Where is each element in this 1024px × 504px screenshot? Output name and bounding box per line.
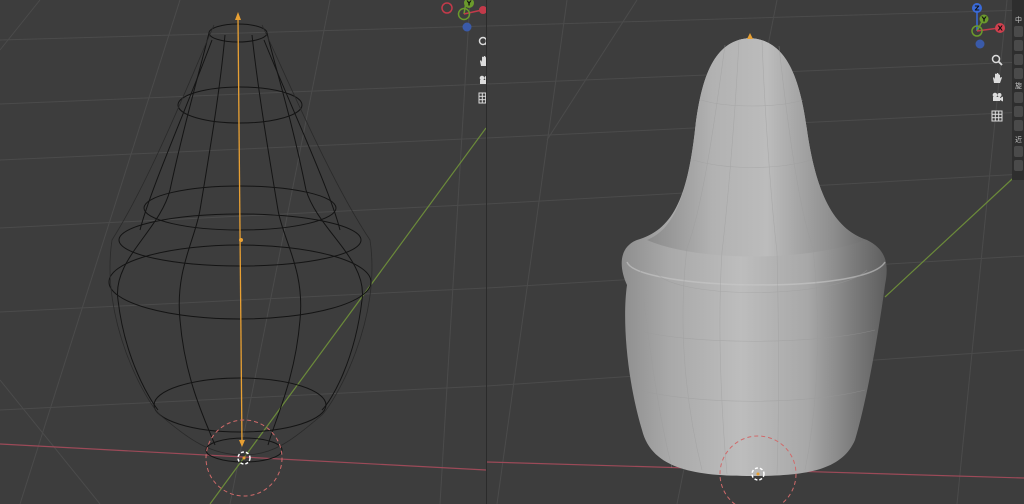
ortho-toggle-button[interactable] <box>476 90 486 106</box>
viewport-right-solid[interactable]: Z Y X <box>487 0 1024 504</box>
sidebar-field[interactable] <box>1014 106 1023 117</box>
zoom-button[interactable] <box>989 52 1005 68</box>
pan-hand-icon <box>993 73 1002 83</box>
pan-button[interactable] <box>476 53 486 69</box>
camera-button[interactable] <box>989 89 1005 105</box>
pan-hand-icon <box>480 56 486 66</box>
pan-button[interactable] <box>989 70 1005 86</box>
sidebar-field[interactable] <box>1014 54 1023 65</box>
y-axis-line <box>209 127 486 504</box>
solid-mesh <box>621 38 887 476</box>
camera-button[interactable] <box>476 72 486 88</box>
gizmo-x-label: X <box>998 25 1004 33</box>
camera-icon <box>992 92 1003 102</box>
sidebar-tab-2-label: 旋 <box>1015 82 1022 90</box>
sidebar-field[interactable] <box>1014 120 1023 131</box>
ortho-toggle-button[interactable] <box>989 108 1005 124</box>
viewport-left-wireframe[interactable]: Y <box>0 0 486 504</box>
zoom-icon <box>991 54 1003 66</box>
gizmo-z-label: Z <box>975 5 980 13</box>
gizmo-y-label: Y <box>981 16 988 24</box>
navigation-gizmo-right[interactable]: Z Y X <box>963 0 1009 50</box>
solid-scene <box>487 0 1024 504</box>
neg-x-handle <box>441 2 453 14</box>
floor-grid <box>0 0 486 504</box>
y-axis-line <box>884 167 1024 298</box>
grid-icon <box>478 92 486 104</box>
navigation-gizmo-left[interactable]: Y <box>440 0 486 34</box>
neg-z-handle <box>462 22 472 32</box>
sidebar-field[interactable] <box>1014 92 1023 103</box>
x-handle <box>479 6 486 14</box>
zoom-button[interactable] <box>476 34 486 50</box>
wireframe-scene <box>0 0 486 504</box>
neg-z-handle <box>975 39 985 49</box>
sidebar-field[interactable] <box>1014 68 1023 79</box>
top-origin-marker <box>747 33 753 39</box>
sidebar-field[interactable] <box>1014 160 1023 171</box>
sidebar-field[interactable] <box>1014 40 1023 51</box>
sidebar-tab-1-label: 中 <box>1015 16 1022 24</box>
gizmo-y-label: Y <box>466 0 473 8</box>
camera-icon <box>479 75 486 84</box>
sidebar-tab-3-label: 近 <box>1015 136 1022 144</box>
sidebar-field[interactable] <box>1014 146 1023 157</box>
grid-icon <box>991 110 1003 122</box>
sidebar-n-panel[interactable]: 中 旋 近 <box>1012 0 1024 180</box>
zoom-icon <box>478 36 486 46</box>
sidebar-field[interactable] <box>1014 26 1023 37</box>
